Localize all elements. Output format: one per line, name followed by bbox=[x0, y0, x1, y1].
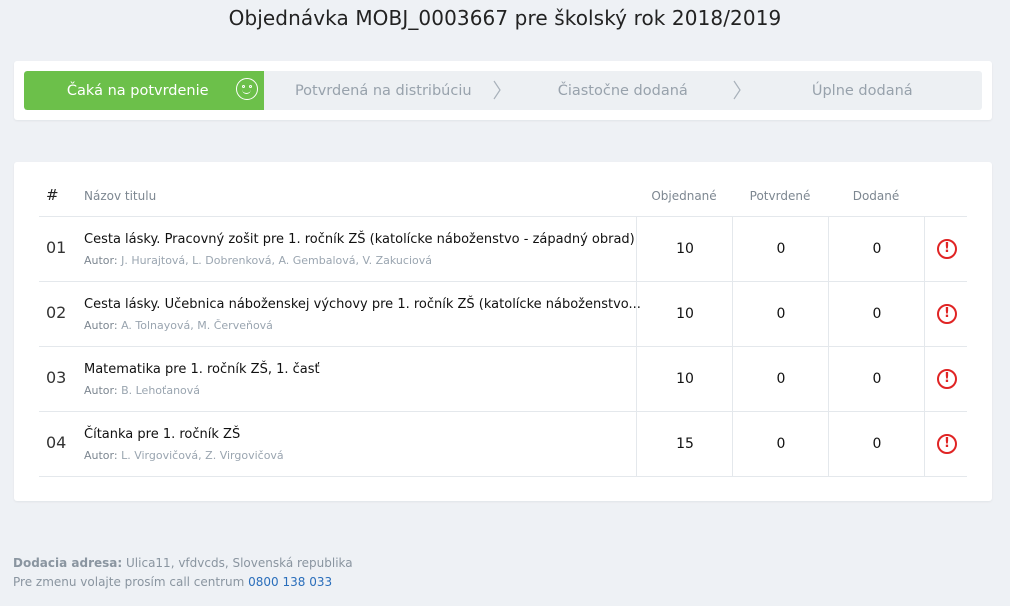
book-title: Čítanka pre 1. ročník ZŠ bbox=[84, 427, 241, 442]
col-header-delivered: Dodané bbox=[852, 189, 900, 203]
delivery-address: Dodacia adresa: Ulica11, vfdvcds, Sloven… bbox=[13, 554, 353, 573]
delivery-address-value: Ulica11, vfdvcds, Slovenská republika bbox=[126, 556, 353, 570]
table-row: 01 Cesta lásky. Pracovný zošit pre 1. ro… bbox=[39, 216, 967, 282]
warning-icon[interactable]: ! bbox=[937, 369, 957, 389]
author-names: L. Virgovičová, Z. Virgovičová bbox=[121, 449, 284, 462]
chevron-right-icon bbox=[733, 80, 741, 100]
chevron-right-icon bbox=[493, 80, 501, 100]
table-header: # Názov titulu Objednané Potvrdené Dodan… bbox=[14, 162, 992, 216]
book-authors: Autor: A. Tolnayová, M. Červeňová bbox=[84, 319, 273, 332]
warning-icon[interactable]: ! bbox=[937, 434, 957, 454]
author-label: Autor: bbox=[84, 254, 118, 267]
confirmed-count: 0 bbox=[732, 412, 829, 477]
book-authors: Autor: B. Lehoťanová bbox=[84, 384, 200, 397]
delivered-count: 0 bbox=[828, 347, 925, 412]
smiley-icon bbox=[235, 78, 258, 100]
warning-icon[interactable]: ! bbox=[937, 304, 957, 324]
book-title: Cesta lásky. Pracovný zošit pre 1. roční… bbox=[84, 232, 635, 247]
book-title: Cesta lásky. Učebnica náboženskej výchov… bbox=[84, 297, 641, 312]
table-row: 02 Cesta lásky. Učebnica náboženskej výc… bbox=[39, 281, 967, 347]
warning-cell: ! bbox=[924, 347, 968, 412]
step-label: Úplne dodaná bbox=[811, 82, 913, 99]
call-center-text: Pre zmenu volajte prosím call centrum bbox=[13, 575, 245, 589]
order-items-table: # Názov titulu Objednané Potvrdené Dodan… bbox=[14, 162, 992, 501]
author-label: Autor: bbox=[84, 449, 118, 462]
delivered-count: 0 bbox=[828, 217, 925, 282]
table-row: 04 Čítanka pre 1. ročník ZŠ Autor: L. Vi… bbox=[39, 411, 967, 477]
delivered-count: 0 bbox=[828, 282, 925, 347]
col-header-ordered: Objednané bbox=[651, 189, 717, 203]
ordered-count: 10 bbox=[636, 347, 733, 412]
author-names: B. Lehoťanová bbox=[121, 384, 201, 397]
step-fully-delivered[interactable]: Úplne dodaná bbox=[743, 71, 983, 110]
author-label: Autor: bbox=[84, 384, 118, 397]
ordered-count: 10 bbox=[636, 217, 733, 282]
step-label: Čaká na potvrdenie bbox=[66, 82, 209, 99]
author-names: A. Tolnayová, M. Červeňová bbox=[121, 319, 273, 332]
row-number: 03 bbox=[46, 368, 67, 387]
table-bottom-divider bbox=[39, 476, 967, 477]
step-label: Čiastočne dodaná bbox=[557, 82, 688, 99]
step-awaiting-confirmation[interactable]: Čaká na potvrdenie bbox=[24, 71, 264, 110]
book-title: Matematika pre 1. ročník ZŠ, 1. časť bbox=[84, 362, 320, 377]
row-number: 02 bbox=[46, 303, 67, 322]
delivery-info: Dodacia adresa: Ulica11, vfdvcds, Sloven… bbox=[13, 554, 353, 592]
steps-bar: Čaká na potvrdenie Potvrdená na distribú… bbox=[24, 71, 982, 110]
confirmed-count: 0 bbox=[732, 347, 829, 412]
table-row: 03 Matematika pre 1. ročník ZŠ, 1. časť … bbox=[39, 346, 967, 412]
row-number: 01 bbox=[46, 238, 67, 257]
call-center-info: Pre zmenu volajte prosím call centrum 08… bbox=[13, 573, 353, 592]
step-partially-delivered[interactable]: Čiastočne dodaná bbox=[503, 71, 743, 110]
author-label: Autor: bbox=[84, 319, 118, 332]
delivered-count: 0 bbox=[828, 412, 925, 477]
book-authors: Autor: J. Hurajtová, L. Dobrenková, A. G… bbox=[84, 254, 432, 267]
warning-cell: ! bbox=[924, 412, 968, 477]
confirmed-count: 0 bbox=[732, 217, 829, 282]
step-label: Potvrdená na distribúciu bbox=[294, 82, 472, 99]
row-number: 04 bbox=[46, 433, 67, 452]
col-header-number: # bbox=[46, 186, 59, 204]
author-names: J. Hurajtová, L. Dobrenková, A. Gembalov… bbox=[121, 254, 432, 267]
warning-icon[interactable]: ! bbox=[937, 239, 957, 259]
status-stepper: Čaká na potvrdenie Potvrdená na distribú… bbox=[14, 61, 992, 120]
warning-cell: ! bbox=[924, 282, 968, 347]
step-confirmed-for-distribution[interactable]: Potvrdená na distribúciu bbox=[264, 71, 504, 110]
col-header-confirmed: Potvrdené bbox=[749, 189, 811, 203]
call-center-phone-link[interactable]: 0800 138 033 bbox=[248, 575, 332, 589]
ordered-count: 10 bbox=[636, 282, 733, 347]
ordered-count: 15 bbox=[636, 412, 733, 477]
confirmed-count: 0 bbox=[732, 282, 829, 347]
warning-cell: ! bbox=[924, 217, 968, 282]
col-header-title: Názov titulu bbox=[84, 189, 157, 203]
page-title: Objednávka MOBJ_0003667 pre školský rok … bbox=[228, 6, 782, 30]
book-authors: Autor: L. Virgovičová, Z. Virgovičová bbox=[84, 449, 284, 462]
delivery-address-label: Dodacia adresa: bbox=[13, 556, 123, 570]
